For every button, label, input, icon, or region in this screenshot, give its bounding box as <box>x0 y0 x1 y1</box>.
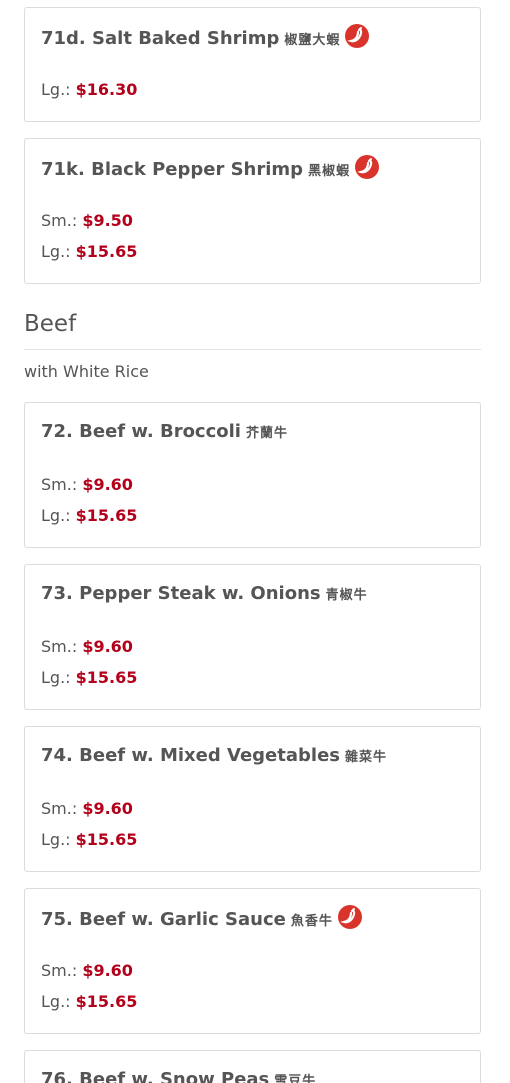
menu-item-card[interactable]: 71d. Salt Baked Shrimp 椒鹽大蝦 Lg.: $16.30 <box>24 7 481 122</box>
price-value: $9.60 <box>82 475 133 494</box>
menu-item-card[interactable]: 73. Pepper Steak w. Onions 青椒牛 Sm.: $9.6… <box>24 564 481 710</box>
price-small: Sm.: $9.60 <box>41 637 133 656</box>
menu-item-chinese-name: 椒鹽大蝦 <box>284 32 341 48</box>
price-value: $15.65 <box>75 242 138 261</box>
price-value: $15.65 <box>75 830 138 849</box>
price-large: Lg.: $15.65 <box>41 992 138 1011</box>
price-value: $15.65 <box>75 992 138 1011</box>
price-value: $16.30 <box>75 80 138 99</box>
menu-item-title: 76. Beef w. Snow Peas 雪豆牛 <box>41 1069 316 1083</box>
price-value: $15.65 <box>75 506 138 525</box>
menu-item-chinese-name: 黑椒蝦 <box>308 163 351 179</box>
section-subtitle: with White Rice <box>24 362 149 381</box>
menu-item-title: 71k. Black Pepper Shrimp 黑椒蝦 <box>41 155 380 181</box>
section-divider <box>24 349 481 350</box>
price-small: Sm.: $9.60 <box>41 961 133 980</box>
section-title: Beef <box>24 311 77 337</box>
menu-item-name: 74. Beef w. Mixed Vegetables <box>41 745 340 766</box>
menu-item-chinese-name: 青椒牛 <box>325 588 368 603</box>
chili-pepper-icon <box>337 905 362 929</box>
menu-item-chinese-name: 雪豆牛 <box>274 1074 317 1083</box>
menu-item-chinese-name: 雜菜牛 <box>345 750 388 765</box>
menu-item-chinese-name: 魚香牛 <box>290 913 333 929</box>
price-large: Lg.: $15.65 <box>41 830 138 849</box>
price-small: Sm.: $9.60 <box>41 475 133 494</box>
menu-item-card[interactable]: 74. Beef w. Mixed Vegetables 雜菜牛 Sm.: $9… <box>24 726 481 872</box>
chili-pepper-icon <box>345 24 370 48</box>
menu-item-card[interactable]: 71k. Black Pepper Shrimp 黑椒蝦 Sm.: $9.50 … <box>24 138 481 284</box>
menu-item-title: 71d. Salt Baked Shrimp 椒鹽大蝦 <box>41 24 370 50</box>
price-large: Lg.: $15.65 <box>41 242 138 261</box>
price-value: $9.60 <box>82 961 133 980</box>
menu-item-name: 71d. Salt Baked Shrimp <box>41 27 280 49</box>
menu-item-title: 75. Beef w. Garlic Sauce 魚香牛 <box>41 905 362 931</box>
price-value: $9.60 <box>82 637 133 656</box>
menu-item-card[interactable]: 75. Beef w. Garlic Sauce 魚香牛 Sm.: $9.60 … <box>24 888 481 1034</box>
price-large: Lg.: $15.65 <box>41 506 138 525</box>
menu-item-title: 73. Pepper Steak w. Onions 青椒牛 <box>41 583 368 604</box>
menu-item-title: 72. Beef w. Broccoli 芥蘭牛 <box>41 421 288 442</box>
menu-item-name: 76. Beef w. Snow Peas <box>41 1069 270 1083</box>
menu-item-card[interactable]: 76. Beef w. Snow Peas 雪豆牛 <box>24 1050 481 1083</box>
menu-item-name: 73. Pepper Steak w. Onions <box>41 583 321 604</box>
menu-item-card[interactable]: 72. Beef w. Broccoli 芥蘭牛 Sm.: $9.60 Lg.:… <box>24 402 481 548</box>
price-small: Sm.: $9.50 <box>41 211 133 230</box>
price-value: $9.60 <box>82 799 133 818</box>
price-large: Lg.: $15.65 <box>41 668 138 687</box>
menu-item-title: 74. Beef w. Mixed Vegetables 雜菜牛 <box>41 745 387 766</box>
chili-pepper-icon <box>355 155 380 179</box>
price-value: $9.50 <box>82 211 133 230</box>
menu-item-chinese-name: 芥蘭牛 <box>245 426 288 441</box>
price-small: Sm.: $9.60 <box>41 799 133 818</box>
price-value: $15.65 <box>75 668 138 687</box>
menu-item-name: 72. Beef w. Broccoli <box>41 421 241 442</box>
menu-item-name: 75. Beef w. Garlic Sauce <box>41 908 286 930</box>
price-large: Lg.: $16.30 <box>41 80 138 99</box>
menu-item-name: 71k. Black Pepper Shrimp <box>41 158 304 180</box>
